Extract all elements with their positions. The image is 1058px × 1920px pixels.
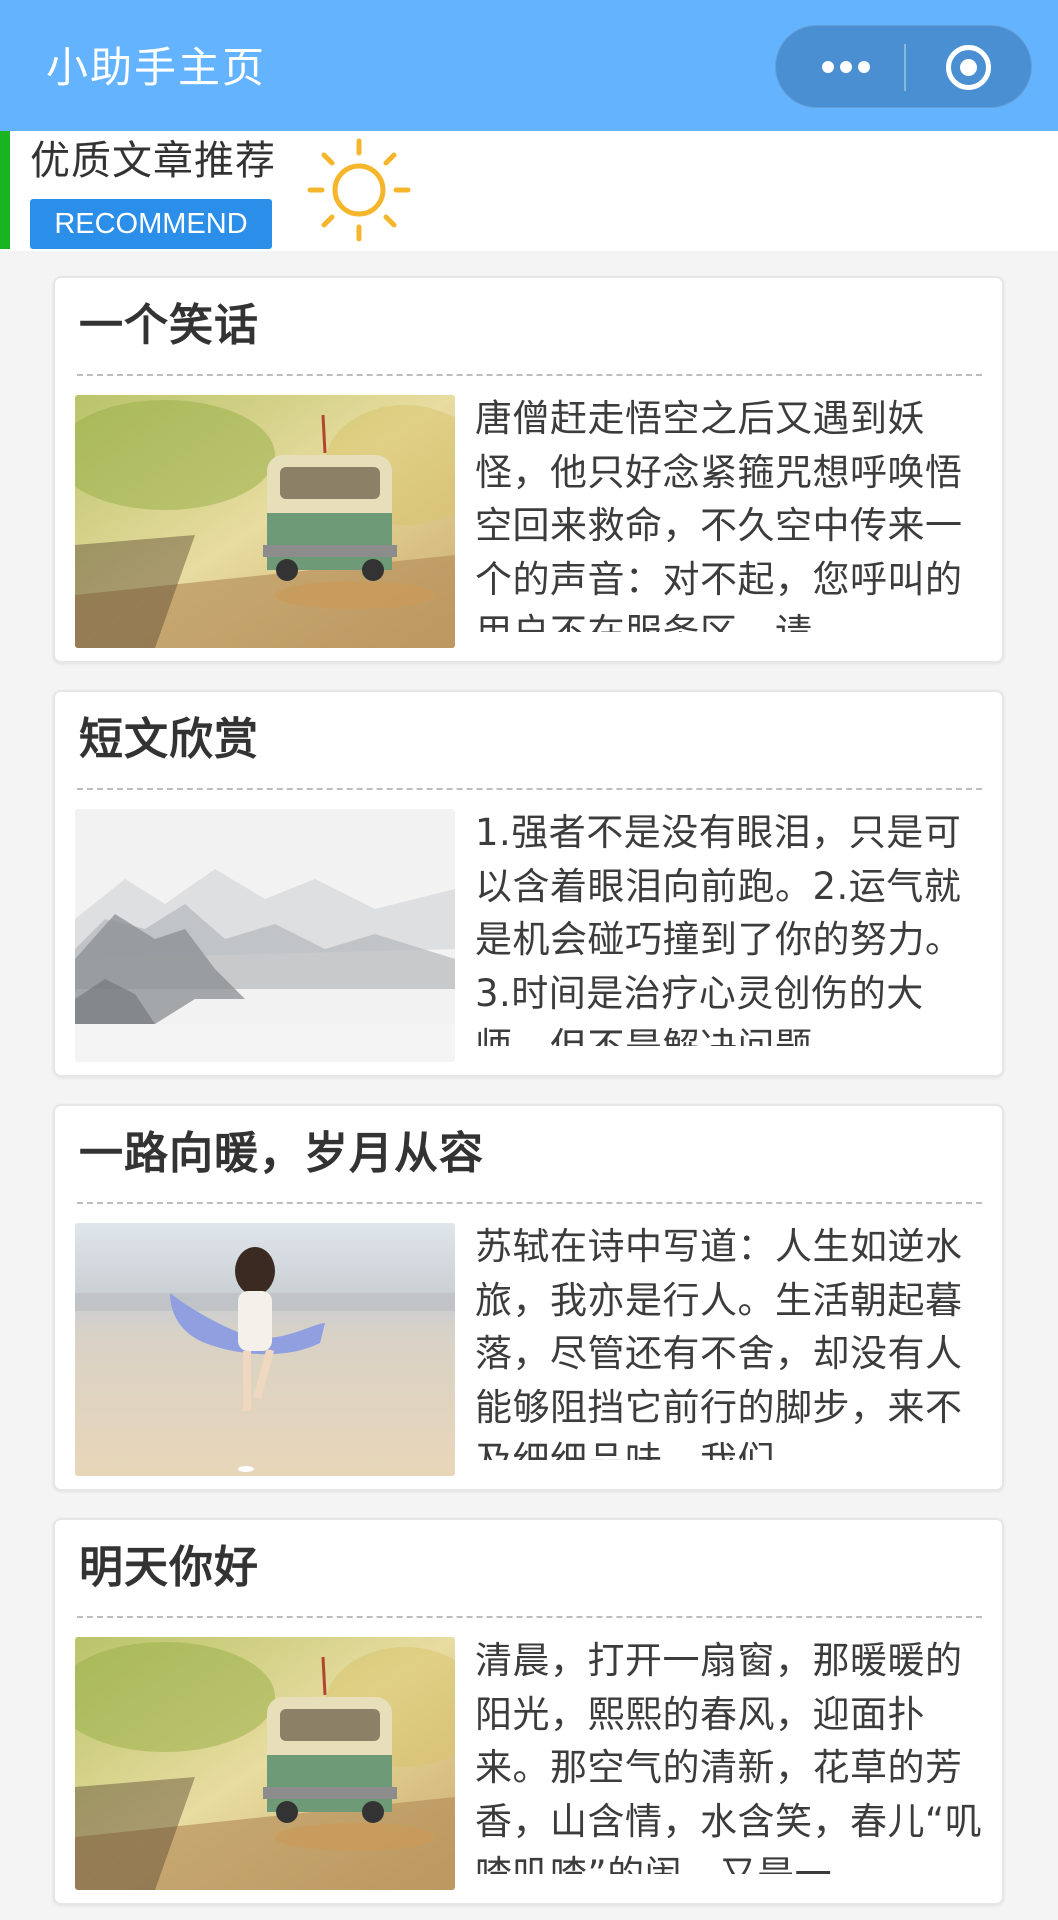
article-card[interactable]: 一个笑话 唐僧赶走悟空之后又遇到妖怪，他只好念紧箍咒想呼唤悟空回来救命，不久空中… [53, 276, 1004, 663]
article-excerpt: 苏轼在诗中写道：人生如逆水旅，我亦是行人。生活朝起暮落，尽管还有不舍，却没有人能… [475, 1225, 963, 1460]
vintage-van-toy-photo [75, 395, 455, 648]
article-card[interactable]: 一路向暖，岁月从容 苏轼在诗中写道：人生如逆水旅，我亦是行人。生活朝起暮落，尽管… [53, 1104, 1004, 1491]
article-card[interactable]: 短文欣赏 1.强者不是没有眼泪，只是可以含着眼泪向前跑。2.运气就是机会碰巧撞到… [53, 690, 1004, 1077]
vintage-van-toy-photo [75, 1637, 455, 1890]
article-excerpt: 唐僧赶走悟空之后又遇到妖怪，他只好念紧箍咒想呼唤悟空回来救命，不久空中传来一个的… [475, 397, 963, 632]
dashed-divider [77, 1202, 982, 1204]
article-title: 短文欣赏 [79, 714, 259, 765]
sun-icon [304, 135, 414, 245]
dashed-divider [77, 1616, 982, 1618]
ink-mountain-landscape [75, 809, 455, 1062]
dashed-divider [77, 374, 982, 376]
more-dots-icon[interactable] [776, 26, 904, 109]
girl-on-beach-photo [75, 1223, 455, 1476]
article-title: 明天你好 [79, 1542, 259, 1593]
section-accent-stripe [0, 131, 10, 249]
page-title: 小助手主页 [46, 43, 267, 92]
target-close-icon[interactable] [944, 43, 993, 92]
recommend-badge: RECOMMEND [30, 199, 272, 249]
capsule-divider [904, 44, 906, 91]
article-title: 一个笑话 [79, 300, 259, 351]
article-excerpt: 清晨，打开一扇窗，那暖暖的阳光，熙熙的春风，迎面扑来。那空气的清新，花草的芳香，… [475, 1639, 983, 1874]
navigation-bar: 小助手主页 [0, 0, 1058, 131]
article-excerpt: 1.强者不是没有眼泪，只是可以含着眼泪向前跑。2.运气就是机会碰巧撞到了你的努力… [475, 811, 963, 1046]
section-title: 优质文章推荐 [30, 138, 276, 184]
menu-capsule [775, 25, 1032, 108]
article-card[interactable]: 明天你好 清晨，打开一扇窗，那暖暖的阳光，熙熙的春风，迎面扑来。那空气的清新，花… [53, 1518, 1004, 1905]
article-title: 一路向暖，岁月从容 [79, 1128, 484, 1179]
dashed-divider [77, 788, 982, 790]
